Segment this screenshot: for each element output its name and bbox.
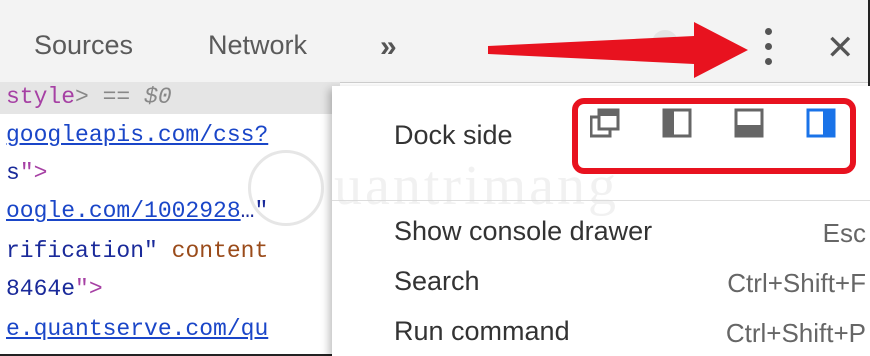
tab-sources[interactable]: Sources [34,30,133,61]
tab-network[interactable]: Network [208,30,307,61]
watermark-logo-icon [248,150,324,226]
kebab-menu-icon[interactable] [760,28,776,74]
menu-item-label: Run command [394,316,570,346]
menu-item-shortcut: Esc [822,218,866,248]
more-tabs-button[interactable]: » [380,30,397,64]
code-line[interactable]: 8464e"> [6,276,103,302]
dock-right-icon[interactable] [806,108,836,138]
watermark: uantrimang [248,150,648,230]
code-line[interactable]: s"> [6,160,47,186]
menu-item-label: Search [394,266,480,296]
menu-item-shortcut: Ctrl+Shift+F [727,268,866,298]
code-line[interactable]: style> == $0 [6,84,172,110]
code-line[interactable]: googleapis.com/css? [6,122,268,148]
undock-icon[interactable] [590,108,620,138]
menu-item-shortcut: Ctrl+Shift+P [725,318,866,348]
dock-side-label: Dock side [394,120,513,150]
dock-left-icon[interactable] [662,108,692,138]
close-button[interactable]: ✕ [826,28,855,68]
code-line[interactable]: e.quantserve.com/qu [6,316,268,342]
watermark-text: uantrimang [334,155,620,217]
code-line[interactable]: oogle.com/1002928…" [6,198,268,224]
dock-bottom-icon[interactable] [734,108,764,138]
code-line[interactable]: rification" content [6,238,268,264]
annotation-arrow [488,22,748,78]
